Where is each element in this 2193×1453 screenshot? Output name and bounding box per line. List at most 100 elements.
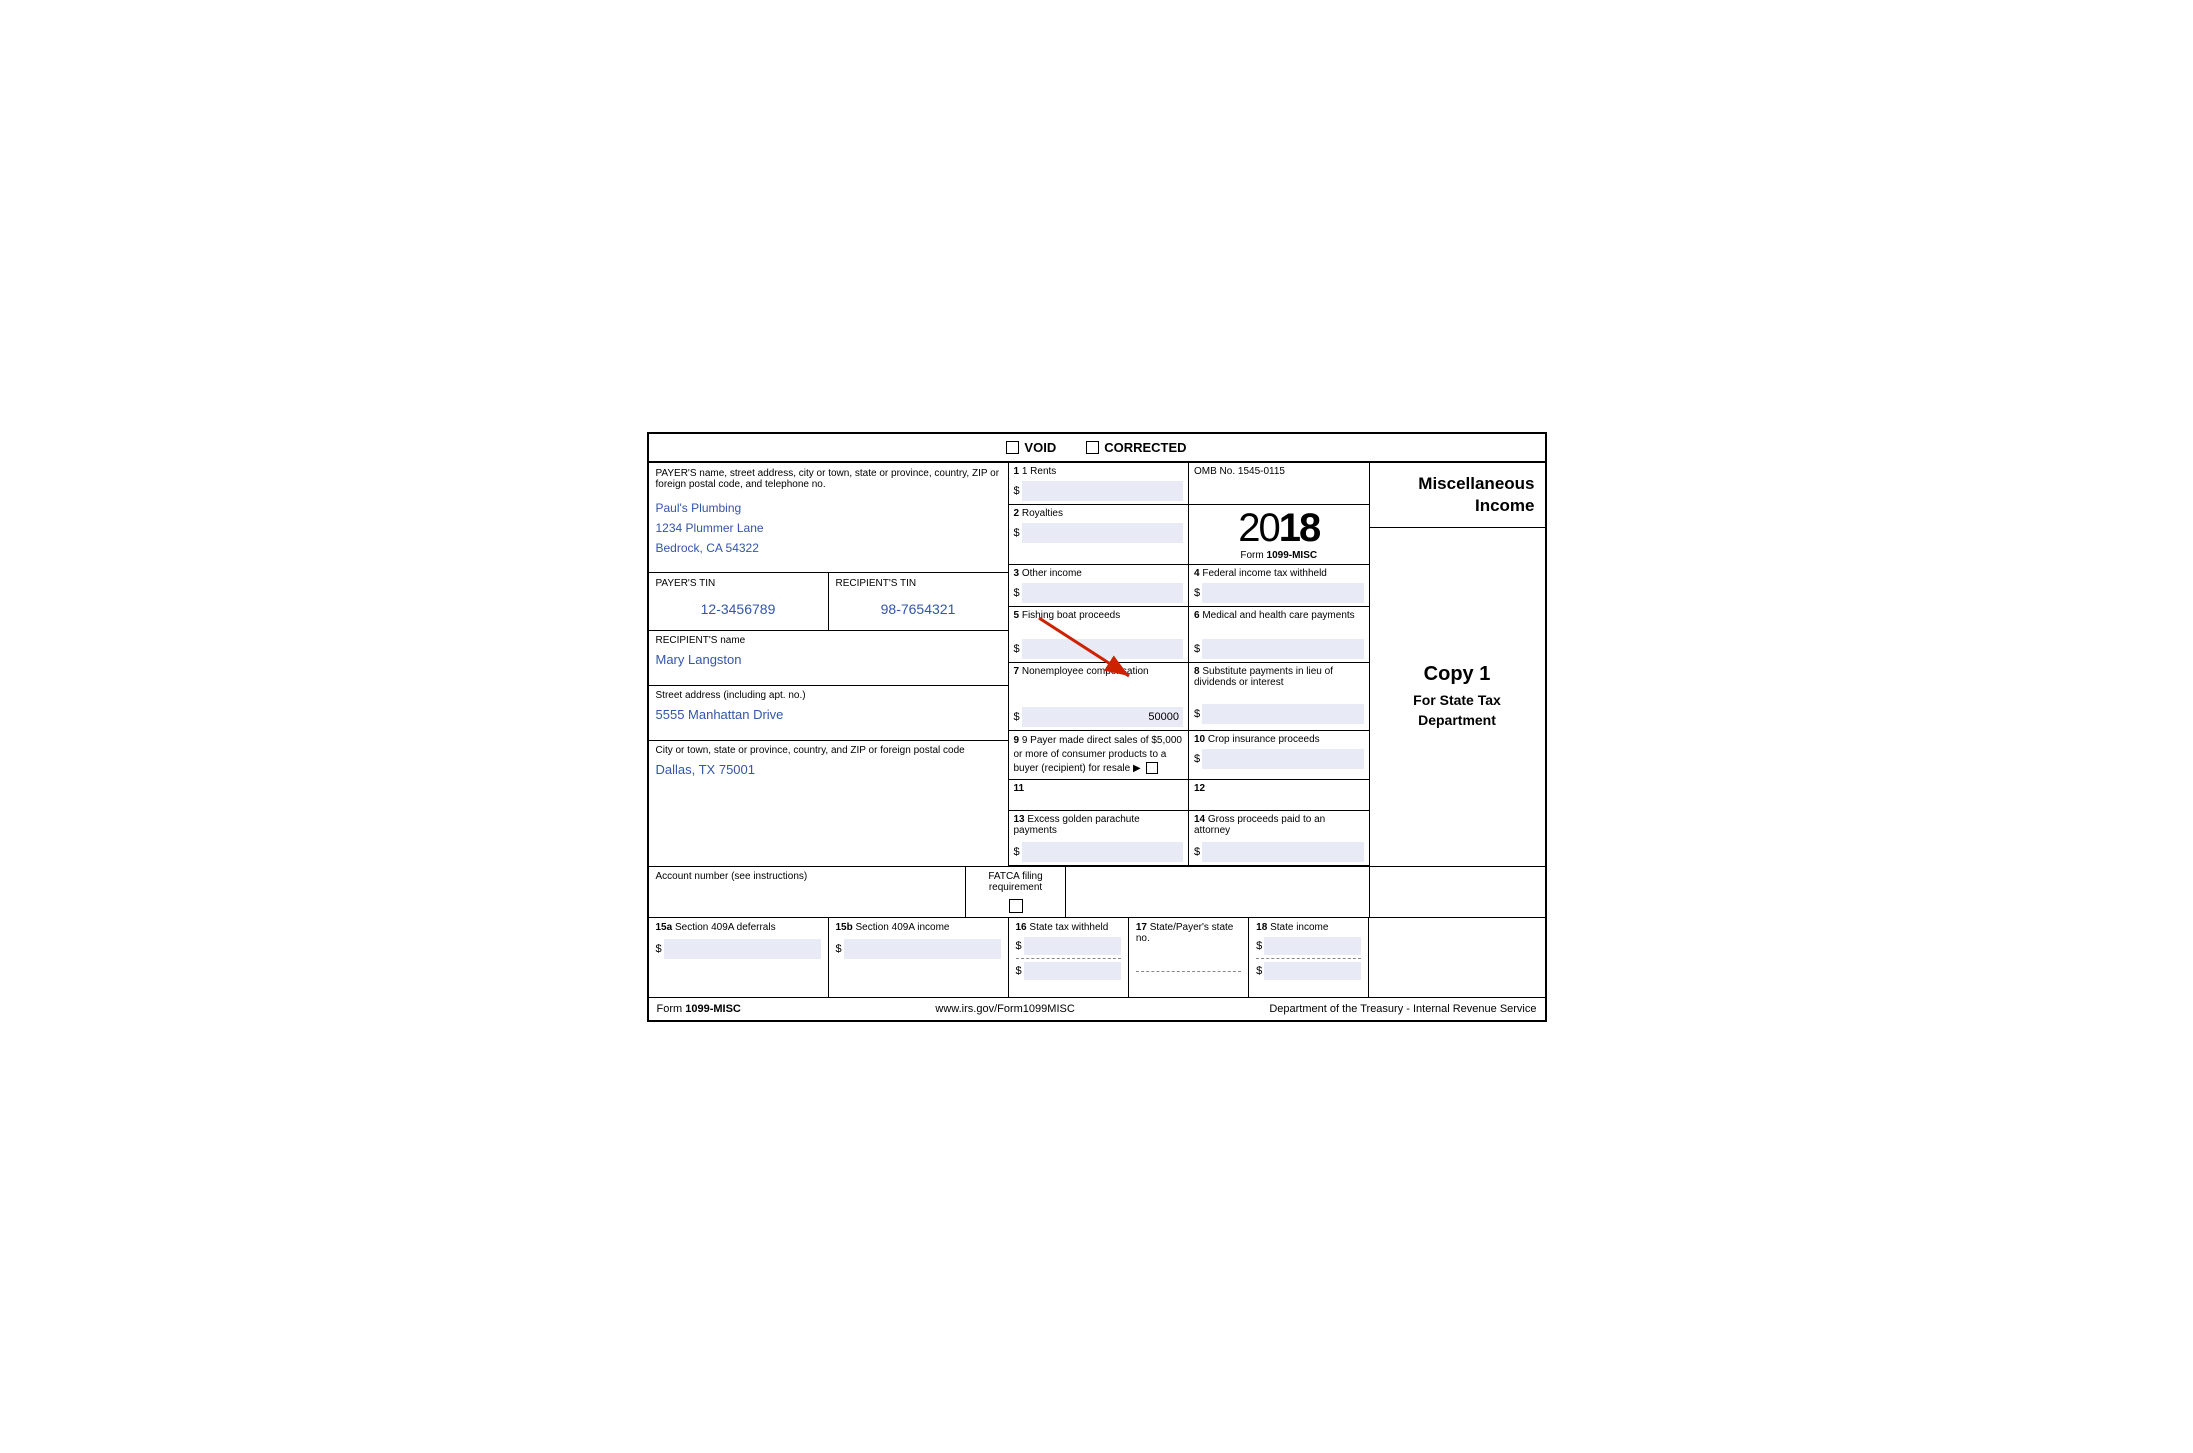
box9-checkbox[interactable] (1146, 762, 1158, 774)
form-label: Form (1240, 550, 1263, 561)
payer-tin-value: 12-3456789 (656, 589, 821, 625)
box15a-cell: 15a Section 409A deferrals $ (649, 918, 829, 997)
box16-value2 (1024, 962, 1121, 980)
box13-dollar: $ (1014, 846, 1020, 858)
box18-value2 (1264, 962, 1361, 980)
fatca-label: FATCA filing requirement (973, 871, 1058, 893)
box10-dollar: $ (1194, 753, 1200, 765)
box10-label: Crop insurance proceeds (1208, 734, 1320, 745)
box16-dollar2: $ (1016, 965, 1022, 977)
form-name-display: Form 1099-MISC (1240, 550, 1317, 561)
box18-label: State income (1270, 922, 1328, 933)
box17-label: State/Payer's state no. (1136, 922, 1234, 944)
box14-label: Gross proceeds paid to an attorney (1194, 814, 1325, 836)
box8-label: Substitute payments in lieu of dividends… (1194, 666, 1333, 688)
box10-cell: 10 Crop insurance proceeds $ (1189, 731, 1369, 779)
corrected-label: CORRECTED (1104, 440, 1186, 455)
box2-cell: 2 Royalties $ (1009, 505, 1190, 564)
box15a-value (664, 939, 821, 959)
header-row: VOID CORRECTED (649, 434, 1545, 463)
box8-cell: 8 Substitute payments in lieu of dividen… (1189, 663, 1369, 730)
tin-row: PAYER'S TIN 12-3456789 RECIPIENT'S TIN 9… (649, 573, 1008, 631)
box1-num: 1 (1014, 466, 1020, 477)
payer-tin-label: PAYER'S TIN (656, 578, 821, 589)
box1-value (1022, 481, 1183, 501)
box16-value1 (1024, 937, 1121, 955)
misc-line2: Income (1475, 496, 1535, 515)
recipient-tin-cell: RECIPIENT'S TIN 98-7654321 (829, 573, 1008, 630)
box4-dollar: $ (1194, 587, 1200, 599)
box16-cell: 16 State tax withheld $ $ (1009, 918, 1129, 997)
box3-dollar: $ (1014, 587, 1020, 599)
dashed-divider2 (1136, 971, 1241, 972)
box14-value (1202, 842, 1363, 862)
fatca-checkbox[interactable] (1009, 899, 1023, 913)
city-value: Dallas, TX 75001 (656, 762, 1001, 777)
box4-cell: 4 Federal income tax withheld $ (1189, 565, 1369, 606)
fatca-cell: FATCA filing requirement (966, 867, 1066, 917)
street-cell: Street address (including apt. no.) 5555… (649, 686, 1008, 741)
box12-cell: 12 (1189, 780, 1369, 810)
footer-form-number: 1099-MISC (685, 1003, 741, 1015)
box9-cell: 9 9 Payer made direct sales of $5,000 or… (1009, 731, 1190, 779)
footer-dept: Department of the Treasury - Internal Re… (1269, 1003, 1536, 1015)
box7-8-row: 7 Nonemployee compensation $ (1009, 663, 1369, 731)
box14-dollar: $ (1194, 846, 1200, 858)
box13-value (1022, 842, 1183, 862)
s409-row: 15a Section 409A deferrals $ 15b Section… (649, 918, 1545, 998)
void-label: VOID (1024, 440, 1056, 455)
year-light: 20 (1238, 506, 1279, 550)
payer-data: Paul's Plumbing 1234 Plummer Lane Bedroc… (656, 498, 1001, 559)
payer-tin-cell: PAYER'S TIN 12-3456789 (649, 573, 829, 630)
box17-value (1136, 948, 1241, 968)
box2-value (1022, 523, 1183, 543)
form-number: 1099-MISC (1267, 550, 1318, 561)
recipient-name-value: Mary Langston (656, 652, 1001, 667)
copy-label: Copy 1 (1424, 663, 1491, 686)
footer: Form 1099-MISC www.irs.gov/Form1099MISC … (649, 998, 1545, 1020)
copy-block: Copy 1 For State Tax Department (1370, 528, 1545, 866)
box15a-label: Section 409A deferrals (675, 922, 776, 933)
dashed-divider3 (1256, 958, 1361, 959)
payer-field-label: PAYER'S name, street address, city or to… (656, 468, 1001, 490)
box4-value (1202, 583, 1363, 603)
void-checkbox[interactable] (1006, 441, 1019, 454)
box6-value (1202, 639, 1363, 659)
account-label: Account number (see instructions) (656, 871, 959, 882)
box11-label: 11 (1014, 783, 1184, 794)
box16-label: State tax withheld (1029, 922, 1108, 933)
omb-label: OMB No. 1545-0115 (1194, 466, 1364, 477)
city-cell: City or town, state or province, country… (649, 741, 1008, 801)
box15b-label: Section 409A income (856, 922, 950, 933)
box6-dollar: $ (1194, 643, 1200, 655)
box7-dollar: $ (1014, 711, 1020, 723)
copy-subtitle: For State Tax Department (1378, 691, 1537, 730)
box1-dollar: $ (1014, 485, 1020, 497)
box2-label-text: Royalties (1022, 508, 1063, 519)
misc-line1: Miscellaneous (1418, 474, 1534, 493)
corrected-checkbox[interactable] (1086, 441, 1099, 454)
recipient-name-label: RECIPIENT'S name (656, 635, 1001, 646)
box15a-dollar: $ (656, 943, 662, 955)
box3-value (1022, 583, 1183, 603)
box6-cell: 6 Medical and health care payments $ (1189, 607, 1369, 662)
right-spacer2 (1369, 918, 1544, 997)
box8-value (1202, 704, 1363, 724)
box7-value: 50000 (1022, 707, 1183, 727)
footer-form-label: Form (657, 1003, 683, 1015)
account-cell: Account number (see instructions) (649, 867, 967, 917)
box3-label: Other income (1022, 568, 1082, 579)
year-display: 2018 (1238, 508, 1319, 548)
box15b-cell: 15b Section 409A income $ (829, 918, 1009, 997)
recipient-name-cell: RECIPIENT'S name Mary Langston (649, 631, 1008, 686)
box18-dollar2: $ (1256, 965, 1262, 977)
street-value: 5555 Manhattan Drive (656, 707, 1001, 722)
payer-info-cell: PAYER'S name, street address, city or to… (649, 463, 1008, 573)
void-section: VOID (1006, 440, 1056, 455)
box4-label: Federal income tax withheld (1202, 568, 1327, 579)
city-label: City or town, state or province, country… (656, 745, 1001, 756)
box13-cell: 13 Excess golden parachute payments $ (1009, 811, 1190, 865)
omb-cell: OMB No. 1545-0115 (1189, 463, 1369, 504)
payer-city: Bedrock, CA 54322 (656, 538, 1001, 558)
recipient-tin-value: 98-7654321 (836, 589, 1001, 625)
